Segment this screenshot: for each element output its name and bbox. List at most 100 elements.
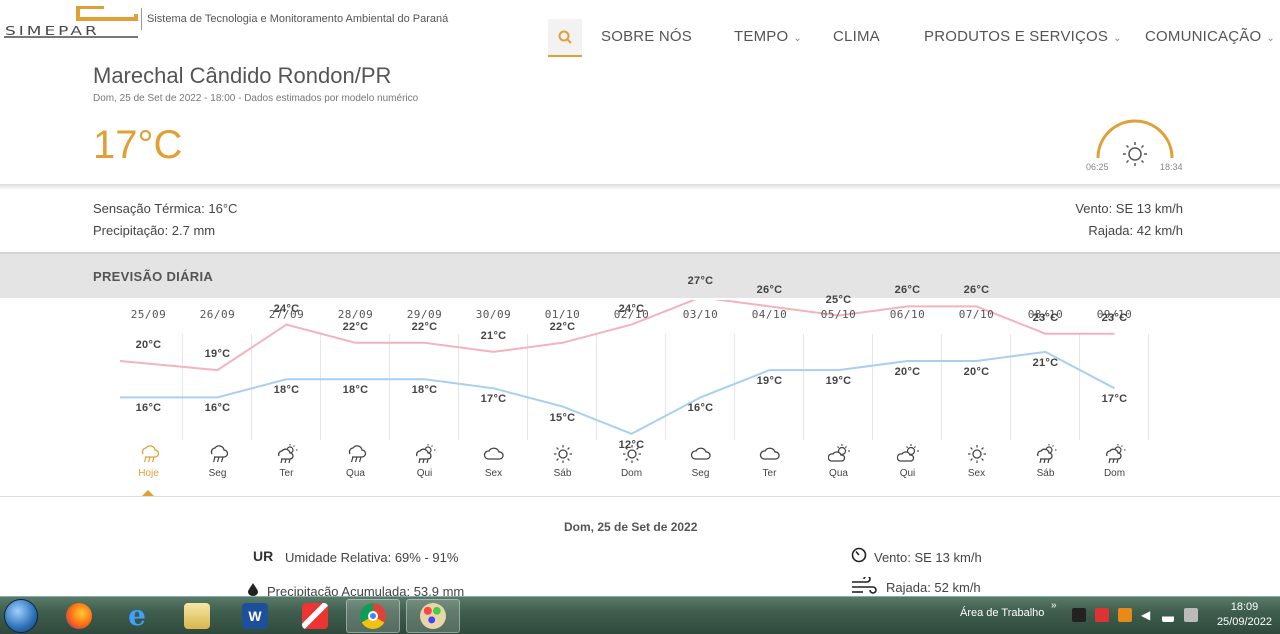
forecast-max-temp: 22°C [411,320,438,333]
forecast-min-temp: 20°C [894,366,921,378]
nav-label: COMUNICAÇÃO [1145,28,1262,45]
taskbar-app-ie[interactable]: e [110,599,164,633]
forecast-min-temp: 15°C [549,411,576,424]
section-title: PREVISÃO DIÁRIA [93,269,214,284]
chevron-down-icon: ⌄ [1113,33,1122,44]
system-clock[interactable]: 18:09 25/09/2022 [1217,600,1272,630]
taskbar-app-explorer[interactable] [170,599,224,633]
forecast-max-temp: 21°C [480,329,507,342]
forecast-day-label: Qua [346,468,365,479]
forecast-date: 03/10 [682,308,719,321]
gust-icon [852,577,877,594]
simepar-logo[interactable]: SIMEPAR [4,6,140,38]
gust: Rajada: 42 km/h [1088,223,1183,238]
detail-wind: Vento: SE 13 km/h [874,550,982,565]
precipitation: Precipitação: 2.7 mm [93,223,216,238]
forecast-date: 04/10 [751,308,788,321]
forecast-min-temp: 21°C [1032,356,1059,369]
taskbar-app-ccleaner[interactable] [288,599,342,633]
rain-icon [348,445,367,463]
forecast-day-label: Dom [620,468,643,479]
forecast-date: 05/10 [820,308,857,321]
forecast-max-temp: 22°C [549,320,576,333]
nav-tempo[interactable]: TEMPO ⌄ [734,28,802,45]
network-signal-icon[interactable] [1162,608,1174,622]
sun-icon [554,445,572,463]
volume-icon[interactable]: ◀ [1141,608,1155,622]
location-name: Marechal Cândido Rondon/PR [93,63,392,88]
forecast-day[interactable]: 08/10 23°C 21°C Sáb [1011,300,1080,500]
forecast-day[interactable]: 09/10 23°C 17°C Dom [1080,300,1149,500]
cloud-icon [690,447,711,460]
taskbar-app-firefox[interactable] [52,599,106,633]
forecast-day[interactable]: 30/09 21°C 17°C Sex [459,300,528,500]
nav-comunicacao[interactable]: COMUNICAÇÃO ⌄ [1145,28,1275,45]
forecast-min-temp: 17°C [480,393,507,406]
page: SIMEPAR Sistema de Tecnologia e Monitora… [0,0,1280,596]
forecast-min-temp: 18°C [411,384,438,397]
forecast-max-temp: 23°C [1032,311,1059,324]
taskbar: e W Área de Trabalho » ◀ 18:09 25/09/202… [0,596,1280,634]
logo-text: SIMEPAR [5,23,100,38]
forecast-day[interactable]: 03/10 27°C 16°C Seg [666,275,735,500]
tray-app-icon[interactable] [1072,608,1086,622]
taskbar-app-paint[interactable] [406,599,460,633]
forecast-day-label: Qui [899,468,916,479]
paint-icon [420,603,446,629]
detail-date: Dom, 25 de Set de 2022 [564,520,698,534]
forecast-day[interactable]: 05/10 25°C 19°C Qua [804,294,873,500]
forecast-min-temp: 17°C [1101,393,1128,406]
sunset-time: 18:34 [1160,162,1183,172]
forecast-max-temp: 26°C [756,284,783,297]
sun-cloud-icon [897,444,919,462]
forecast-day-label: Sex [967,468,986,479]
nav-produtos-servicos[interactable]: PRODUTOS E SERVIÇOS ⌄ [924,28,1122,45]
forecast-min-temp: 16°C [204,402,231,415]
forecast-date: 29/09 [406,308,443,321]
nav-sobre-nos[interactable]: SOBRE NÓS [601,28,692,45]
forecast-day[interactable]: 27/09 24°C 18°C Ter [252,300,321,500]
tray-update-icon[interactable] [1118,608,1132,622]
forecast-day[interactable]: 26/09 19°C 16°C Seg [183,300,252,500]
start-button[interactable] [4,599,38,633]
forecast-day[interactable]: 01/10 22°C 15°C Sáb [528,300,597,500]
toolbar-expand-icon[interactable]: » [1051,600,1057,611]
forecast-day[interactable]: 06/10 26°C 20°C Qui [873,284,942,500]
forecast-day[interactable]: 29/09 22°C 18°C Qui [390,300,459,500]
cloud-icon [483,447,504,460]
forecast-day-label: Qua [829,468,848,479]
taskbar-app-chrome[interactable] [346,599,400,633]
tray-antivirus-icon[interactable] [1095,608,1109,622]
desktop-toolbar-label[interactable]: Área de Trabalho [960,607,1044,619]
taskbar-app-word[interactable]: W [228,599,282,633]
detail-gust: Rajada: 52 km/h [886,580,981,595]
forecast-day[interactable]: 28/09 22°C 18°C Qua [321,300,390,500]
org-name: Sistema de Tecnologia e Monitoramento Am… [141,8,448,30]
sun-rain-icon [1037,444,1057,464]
forecast-day-label: Ter [762,468,777,479]
sunrise-time: 06:25 [1086,162,1109,172]
forecast-date: 01/10 [544,308,581,321]
sun-rain-icon [278,444,298,464]
forecast-day-label: Qui [416,468,433,479]
forecast-day[interactable]: 04/10 26°C 19°C Ter [735,284,804,500]
forecast-day[interactable]: 07/10 26°C 20°C Sex [942,284,1011,500]
forecast-day[interactable]: 25/09 20°C 16°C Hoje [114,300,183,500]
ccleaner-icon [302,603,328,629]
clock-date: 25/09/2022 [1216,616,1272,628]
forecast-date: 28/09 [337,308,374,321]
forecast-max-temp: 25°C [825,293,852,306]
chevron-down-icon: ⌄ [1266,33,1275,44]
network-error-icon[interactable] [1184,608,1198,622]
forecast-min-temp: 20°C [963,366,990,378]
search-button[interactable] [548,19,582,57]
forecast-day-label: Sex [484,468,503,479]
forecast-day[interactable]: 02/10 24°C 12°C Dom [597,300,666,500]
forecast-day-label: Seg [208,468,227,479]
forecast-max-temp: 24°C [273,302,300,315]
divider [0,184,1280,190]
nav-clima[interactable]: CLIMA [833,28,880,45]
forecast-min-temp: 16°C [135,402,162,415]
search-icon [558,30,572,44]
nav-label: TEMPO [734,28,789,45]
